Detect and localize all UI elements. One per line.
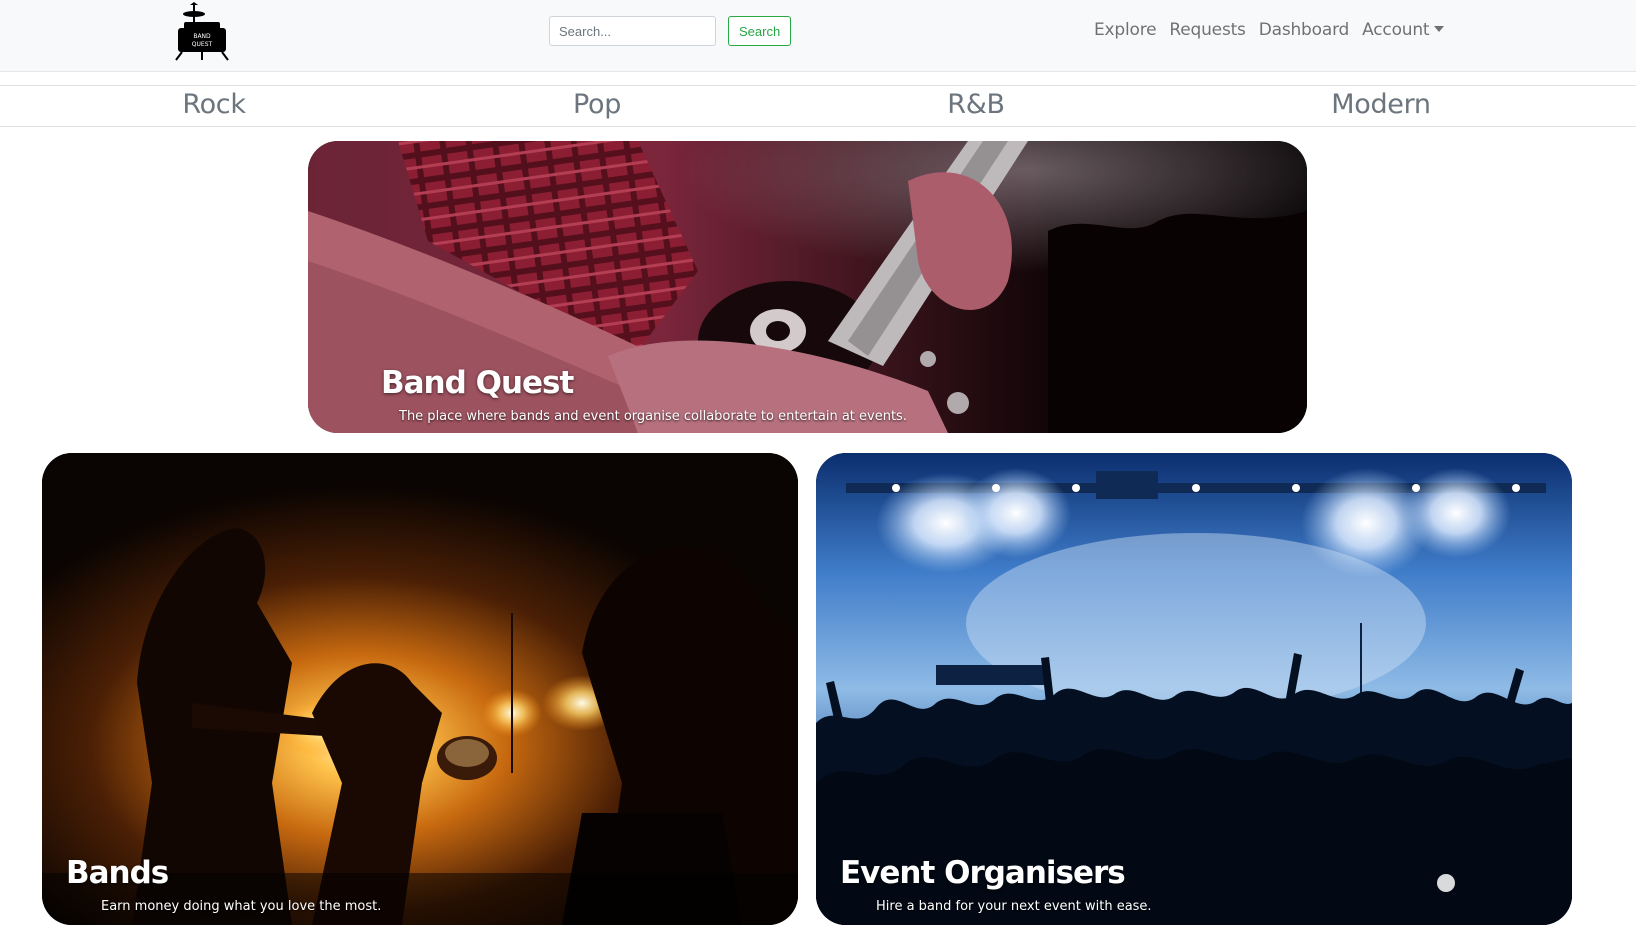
main-nav: Explore Requests Dashboard Account — [1094, 20, 1445, 40]
bands-text: Earn money doing what you love the most. — [101, 899, 382, 914]
logo-text-quest: QUEST — [192, 41, 213, 48]
genre-rnb-link[interactable]: R&B — [947, 89, 1005, 120]
nav-explore-link[interactable]: Explore — [1094, 20, 1157, 40]
logo-text-band: BAND — [193, 33, 211, 40]
hero-card[interactable]: Band Quest The place where bands and eve… — [308, 141, 1307, 433]
search-button[interactable]: Search — [728, 16, 792, 46]
nav-requests-link[interactable]: Requests — [1169, 20, 1246, 40]
bands-card[interactable]: Bands Earn money doing what you love the… — [42, 453, 798, 925]
nav-account-dropdown[interactable]: Account — [1362, 20, 1445, 40]
top-navbar: BAND QUEST Search Explore Requests Dashb… — [0, 0, 1636, 72]
nav-dashboard-link[interactable]: Dashboard — [1259, 20, 1350, 40]
caret-down-icon — [1434, 26, 1445, 32]
genre-bar: Rock Pop R&B Modern — [0, 85, 1636, 127]
event-organisers-card[interactable]: Event Organisers Hire a band for your ne… — [816, 453, 1572, 925]
search-form: Search — [549, 16, 792, 46]
drum-kit-logo-icon: BAND QUEST — [175, 2, 229, 61]
event-organisers-text: Hire a band for your next event with eas… — [876, 899, 1152, 914]
genre-modern-link[interactable]: Modern — [1331, 89, 1431, 120]
nav-account-label: Account — [1362, 20, 1430, 40]
band-quest-logo[interactable]: BAND QUEST — [174, 2, 230, 62]
hero-title: Band Quest — [381, 365, 574, 401]
search-input[interactable] — [549, 16, 716, 46]
genre-rock-link[interactable]: Rock — [182, 89, 246, 120]
bands-title: Bands — [66, 855, 169, 891]
hero-text: The place where bands and event organise… — [399, 409, 907, 424]
event-organisers-title: Event Organisers — [840, 855, 1126, 891]
genre-pop-link[interactable]: Pop — [573, 89, 621, 120]
